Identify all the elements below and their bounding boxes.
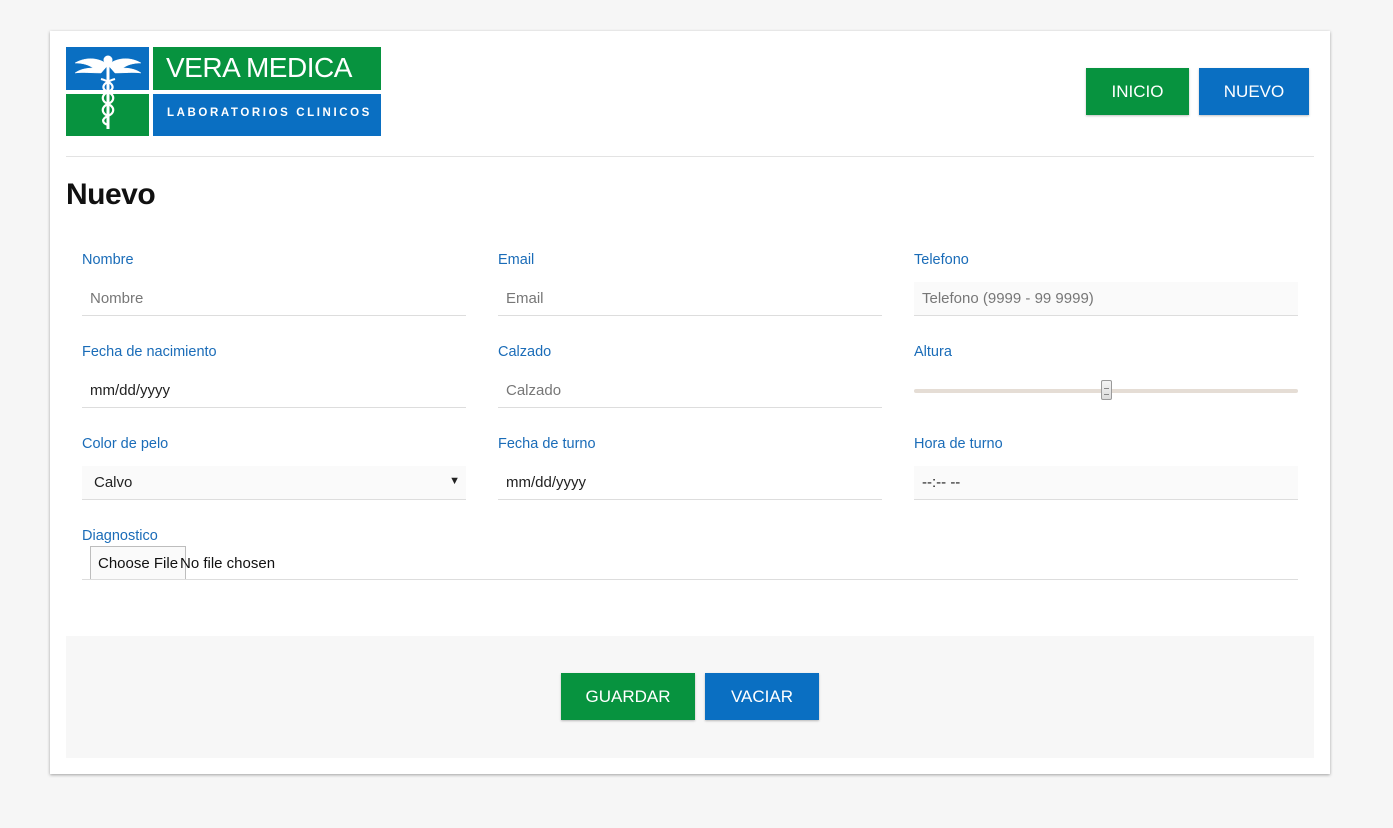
nombre-input[interactable]	[82, 282, 466, 316]
color-pelo-label: Color de pelo	[82, 436, 169, 452]
email-field-group: Email	[498, 252, 882, 316]
altura-field-group: Altura	[914, 344, 1298, 400]
dropdown-arrow-icon: ▼	[449, 475, 460, 487]
email-label: Email	[498, 252, 535, 268]
fecha-nacimiento-label: Fecha de nacimiento	[82, 344, 217, 360]
hora-turno-label: Hora de turno	[914, 436, 1003, 452]
fecha-turno-field-group: Fecha de turno mm/dd/yyyy	[498, 436, 882, 500]
calzado-field-group: Calzado	[498, 344, 882, 408]
color-pelo-select[interactable]: Calvo ▼	[82, 466, 466, 500]
telefono-input[interactable]	[914, 282, 1298, 316]
telefono-field-group: Telefono	[914, 252, 1298, 316]
altura-slider[interactable]	[914, 374, 1298, 408]
nuevo-button[interactable]: NUEVO	[1199, 68, 1309, 115]
main-card: VERA MEDICA LABORATORIOS CLINICOS INICIO…	[50, 31, 1330, 774]
diagnostico-file-input: Choose File No file chosen	[82, 546, 1298, 580]
inicio-button[interactable]: INICIO	[1086, 68, 1189, 115]
diagnostico-label: Diagnostico	[82, 528, 158, 544]
nombre-field-group: Nombre	[82, 252, 466, 316]
guardar-button[interactable]: GUARDAR	[561, 673, 695, 720]
page-title: Nuevo	[66, 178, 156, 211]
hora-turno-input[interactable]: --:-- --	[914, 466, 1298, 500]
fecha-nacimiento-input[interactable]: mm/dd/yyyy	[82, 374, 466, 408]
altura-label: Altura	[914, 344, 952, 360]
logo-subtitle: LABORATORIOS CLINICOS	[167, 107, 372, 119]
caduceus-icon	[74, 55, 142, 129]
calzado-input[interactable]	[498, 374, 882, 408]
file-status-text: No file chosen	[180, 555, 276, 572]
calzado-label: Calzado	[498, 344, 552, 360]
diagnostico-field-group: Diagnostico Choose File No file chosen	[82, 528, 1298, 580]
choose-file-button[interactable]: Choose File	[90, 546, 187, 579]
fecha-turno-input[interactable]: mm/dd/yyyy	[498, 466, 882, 500]
fecha-nacimiento-field-group: Fecha de nacimiento mm/dd/yyyy	[82, 344, 466, 408]
logo-title: VERA MEDICA	[166, 52, 352, 83]
header-divider	[66, 156, 1314, 157]
altura-slider-thumb[interactable]	[1101, 380, 1112, 400]
nombre-label: Nombre	[82, 252, 134, 268]
hora-turno-field-group: Hora de turno --:-- --	[914, 436, 1298, 500]
form-actions-footer: GUARDAR VACIAR	[66, 636, 1314, 758]
color-pelo-selected: Calvo	[94, 474, 133, 491]
vera-medica-logo: VERA MEDICA LABORATORIOS CLINICOS	[66, 47, 381, 136]
color-pelo-field-group: Color de pelo Calvo ▼	[82, 436, 466, 500]
vaciar-button[interactable]: VACIAR	[705, 673, 819, 720]
email-input[interactable]	[498, 282, 882, 316]
fecha-turno-label: Fecha de turno	[498, 436, 596, 452]
telefono-label: Telefono	[914, 252, 969, 268]
